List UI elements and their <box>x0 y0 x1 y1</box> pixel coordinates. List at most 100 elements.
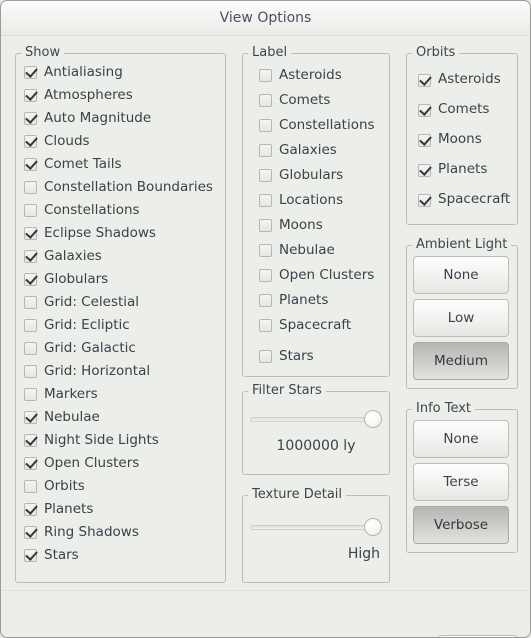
label-checkbox-open-clusters[interactable]: Open Clusters <box>259 263 390 288</box>
empty-checkbox-icon[interactable] <box>259 319 272 332</box>
ambient-light-option-none[interactable]: None <box>413 256 509 294</box>
show-checkbox-orbits[interactable]: Orbits <box>24 475 226 498</box>
group-orbits-content: Asteroids Comets Moons Planets Spacecraft <box>406 53 518 225</box>
texture-detail-slider[interactable] <box>250 517 382 537</box>
label-checkbox-comets[interactable]: Comets <box>259 88 390 113</box>
show-checkbox-grid-horizontal[interactable]: Grid: Horizontal <box>24 360 226 383</box>
empty-checkbox-icon[interactable] <box>259 69 272 82</box>
orbits-checkbox-planets[interactable]: Planets <box>418 155 518 185</box>
empty-checkbox-icon[interactable] <box>259 194 272 207</box>
label-checkbox-moons[interactable]: Moons <box>259 213 390 238</box>
checkmark-icon[interactable] <box>418 103 431 117</box>
show-checkbox-clouds[interactable]: Clouds <box>24 130 226 153</box>
filter-stars-slider[interactable] <box>250 409 382 429</box>
ambient-light-option-medium[interactable]: Medium <box>413 342 509 380</box>
show-checkbox-auto-magnitude[interactable]: Auto Magnitude <box>24 107 226 130</box>
show-checkbox-nebulae[interactable]: Nebulae <box>24 406 226 429</box>
show-checkbox-grid-galactic[interactable]: Grid: Galactic <box>24 337 226 360</box>
filter-stars-slider-handle[interactable] <box>364 410 382 428</box>
filter-stars-slider-track[interactable] <box>250 417 382 422</box>
checkmark-icon[interactable] <box>418 133 431 147</box>
show-checkbox-grid-ecliptic[interactable]: Grid: Ecliptic <box>24 314 226 337</box>
checkmark-icon[interactable] <box>24 526 37 539</box>
empty-checkbox-icon[interactable] <box>259 219 272 232</box>
show-checkbox-antialiasing[interactable]: Antialiasing <box>24 61 226 84</box>
texture-detail-slider-track[interactable] <box>250 525 382 530</box>
empty-checkbox-icon[interactable] <box>259 350 272 363</box>
label-checkbox-constellations[interactable]: Constellations <box>259 113 390 138</box>
label-checkbox-label: Asteroids <box>279 66 342 83</box>
empty-checkbox-icon[interactable] <box>24 181 37 194</box>
empty-checkbox-icon[interactable] <box>259 94 272 107</box>
show-checkbox-atmospheres[interactable]: Atmospheres <box>24 84 226 107</box>
info-text-option-verbose[interactable]: Verbose <box>413 506 509 544</box>
empty-checkbox-icon[interactable] <box>24 365 37 378</box>
show-checkbox-ring-shadows[interactable]: Ring Shadows <box>24 521 226 544</box>
show-checkbox-label: Antialiasing <box>44 63 123 80</box>
checkmark-icon[interactable] <box>24 434 37 447</box>
checkmark-icon[interactable] <box>24 66 37 79</box>
empty-checkbox-icon[interactable] <box>259 244 272 257</box>
show-checkbox-galaxies[interactable]: Galaxies <box>24 245 226 268</box>
checkmark-icon[interactable] <box>418 193 431 207</box>
show-checkbox-night-side-lights[interactable]: Night Side Lights <box>24 429 226 452</box>
checkmark-icon[interactable] <box>24 158 37 171</box>
empty-checkbox-icon[interactable] <box>259 119 272 132</box>
page-title: View Options <box>219 10 312 26</box>
checkmark-icon[interactable] <box>24 411 37 424</box>
empty-checkbox-icon[interactable] <box>24 204 37 217</box>
ambient-light-option-low[interactable]: Low <box>413 299 509 337</box>
show-checkbox-constellations[interactable]: Constellations <box>24 199 226 222</box>
show-checkbox-comet-tails[interactable]: Comet Tails <box>24 153 226 176</box>
label-checkbox-globulars[interactable]: Globulars <box>259 163 390 188</box>
checkmark-icon[interactable] <box>24 457 37 470</box>
show-checkbox-markers[interactable]: Markers <box>24 383 226 406</box>
dialog-body: Show Antialiasing Atmospheres Auto Magnitu… <box>1 35 530 637</box>
show-checkbox-constellation-boundaries[interactable]: Constellation Boundaries <box>24 176 226 199</box>
label-checkbox-stars[interactable]: Stars <box>259 344 390 369</box>
label-checkbox-asteroids[interactable]: Asteroids <box>259 63 390 88</box>
empty-checkbox-icon[interactable] <box>24 296 37 309</box>
orbits-checkbox-asteroids[interactable]: Asteroids <box>418 65 518 95</box>
empty-checkbox-icon[interactable] <box>259 169 272 182</box>
empty-checkbox-icon[interactable] <box>259 294 272 307</box>
checkmark-icon[interactable] <box>418 73 431 87</box>
info-text-option-none[interactable]: None <box>413 420 509 458</box>
info-text-option-terse[interactable]: Terse <box>413 463 509 501</box>
show-checkbox-stars[interactable]: Stars <box>24 544 226 567</box>
label-checkbox-label: Spacecraft <box>279 316 352 333</box>
checkmark-icon[interactable] <box>418 163 431 177</box>
empty-checkbox-icon[interactable] <box>259 144 272 157</box>
checkmark-icon[interactable] <box>24 503 37 516</box>
orbits-checkbox-label: Moons <box>438 131 482 148</box>
label-checkbox-galaxies[interactable]: Galaxies <box>259 138 390 163</box>
checkmark-icon[interactable] <box>24 135 37 148</box>
orbits-checkbox-spacecraft[interactable]: Spacecraft <box>418 185 518 215</box>
label-checkbox-spacecraft[interactable]: Spacecraft <box>259 313 390 338</box>
show-checkbox-open-clusters[interactable]: Open Clusters <box>24 452 226 475</box>
show-checkbox-planets[interactable]: Planets <box>24 498 226 521</box>
label-checkbox-nebulae[interactable]: Nebulae <box>259 238 390 263</box>
checkmark-icon[interactable] <box>24 273 37 286</box>
checkmark-icon[interactable] <box>24 89 37 102</box>
checkmark-icon[interactable] <box>24 227 37 240</box>
empty-checkbox-icon[interactable] <box>24 388 37 401</box>
show-checkbox-grid-celestial[interactable]: Grid: Celestial <box>24 291 226 314</box>
empty-checkbox-icon[interactable] <box>259 269 272 282</box>
show-checkbox-globulars[interactable]: Globulars <box>24 268 226 291</box>
checkmark-icon[interactable] <box>24 250 37 263</box>
empty-checkbox-icon[interactable] <box>24 342 37 355</box>
checkmark-icon[interactable] <box>24 112 37 125</box>
group-label-content: Asteroids Comets Constellations Galaxies Glo… <box>242 53 390 377</box>
checkmark-icon[interactable] <box>24 549 37 562</box>
orbits-checkbox-comets[interactable]: Comets <box>418 95 518 125</box>
texture-detail-slider-handle[interactable] <box>364 518 382 536</box>
show-checkbox-eclipse-shadows[interactable]: Eclipse Shadows <box>24 222 226 245</box>
show-checkbox-label: Ring Shadows <box>44 523 139 540</box>
label-checkbox-locations[interactable]: Locations <box>259 188 390 213</box>
empty-checkbox-icon[interactable] <box>24 480 37 493</box>
label-checkbox-planets[interactable]: Planets <box>259 288 390 313</box>
empty-checkbox-icon[interactable] <box>24 319 37 332</box>
show-checkbox-label: Grid: Galactic <box>44 339 136 356</box>
orbits-checkbox-moons[interactable]: Moons <box>418 125 518 155</box>
